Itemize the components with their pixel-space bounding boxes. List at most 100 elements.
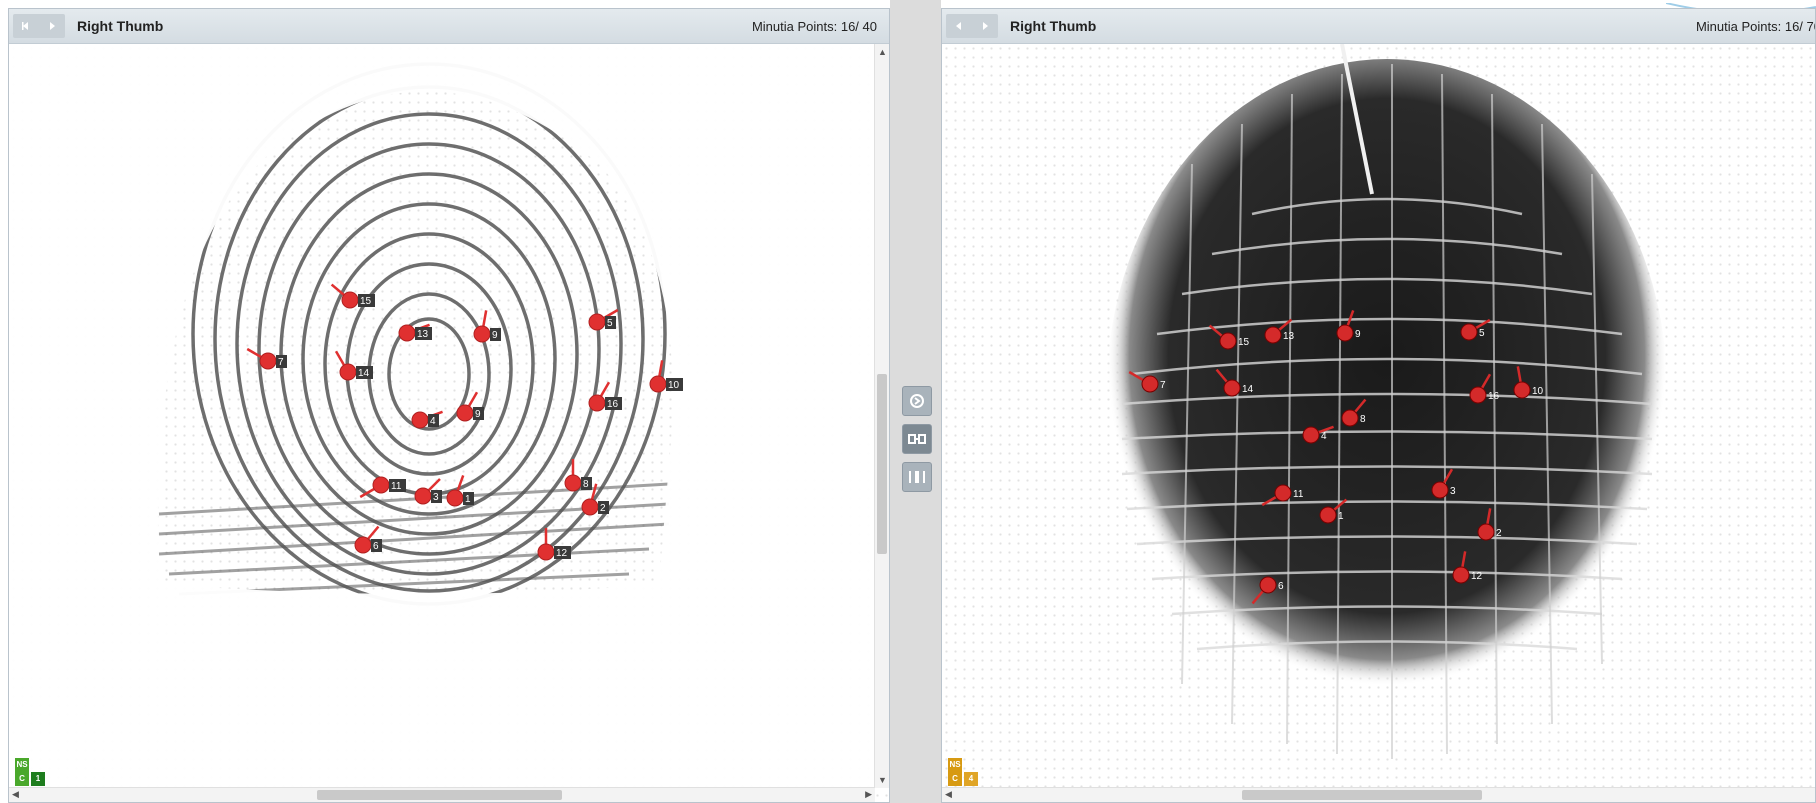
minutia-label: 10 [1532, 386, 1544, 397]
left-c-badge: C [15, 772, 29, 786]
next-button[interactable] [972, 14, 998, 38]
minutia-label: 9 [1355, 329, 1361, 340]
minutia-label: 7 [278, 357, 284, 368]
minutia-marker[interactable] [339, 363, 357, 381]
minutia-marker[interactable] [372, 476, 390, 494]
minutia-label: 6 [1278, 581, 1284, 592]
minutia-marker[interactable] [1141, 375, 1159, 393]
minutia-marker[interactable] [581, 498, 599, 516]
minutia-marker[interactable] [588, 313, 606, 331]
minutia-marker[interactable] [1336, 324, 1354, 342]
minutia-marker[interactable] [1469, 386, 1487, 404]
left-ns-badge: NS [15, 758, 29, 772]
left-panel-title: Right Thumb [77, 18, 164, 34]
right-fingerprint-image: 12345678910111213141516 [1107, 44, 1667, 759]
minutia-point[interactable]: 3 [414, 478, 442, 505]
scroll-up-icon[interactable]: ▲ [878, 47, 887, 57]
minutia-marker[interactable] [588, 394, 606, 412]
minutia-label: 9 [492, 330, 498, 341]
left-horizontal-scroll-thumb[interactable] [317, 790, 562, 800]
minutia-marker[interactable] [1264, 326, 1282, 344]
minutia-marker[interactable] [1223, 379, 1241, 397]
minutia-marker[interactable] [414, 487, 432, 505]
minutia-label: 5 [607, 318, 613, 329]
scroll-left-icon[interactable]: ◀ [12, 789, 19, 800]
split-button[interactable] [902, 462, 932, 492]
right-horizontal-scrollbar[interactable]: ◀ [942, 787, 1815, 802]
minutia-marker[interactable] [649, 375, 667, 393]
split-icon [909, 471, 925, 483]
minutia-marker[interactable] [1513, 381, 1531, 399]
minutia-marker[interactable] [1274, 484, 1292, 502]
minutia-label: 10 [668, 380, 680, 391]
minutia-marker[interactable] [259, 352, 277, 370]
scroll-right-icon[interactable]: ▶ [865, 789, 872, 800]
minutia-marker[interactable] [1302, 426, 1320, 444]
minutia-marker[interactable] [1477, 523, 1495, 541]
comparison-toolbar [890, 0, 941, 803]
minutia-marker[interactable] [1259, 576, 1277, 594]
left-horizontal-scrollbar[interactable]: ◀ ▶ [9, 787, 875, 802]
minutia-label: 7 [1160, 380, 1166, 391]
minutia-label: 8 [583, 479, 589, 490]
scroll-left-icon[interactable]: ◀ [945, 789, 952, 800]
minutia-label: 1 [465, 494, 471, 505]
minutia-marker[interactable] [341, 291, 359, 309]
left-count-badge: 1 [31, 772, 45, 786]
scroll-down-icon[interactable]: ▼ [878, 775, 887, 785]
minutia-label: 12 [556, 548, 568, 559]
link-icon [908, 434, 926, 444]
previous-icon [956, 22, 961, 30]
left-fingerprint-panel: Right Thumb Minutia Points: 16/ 40 1 2 3… [8, 8, 890, 803]
minutia-marker[interactable] [1319, 506, 1337, 524]
left-vertical-scrollbar[interactable]: ▲ ▼ [874, 44, 889, 788]
minutia-marker[interactable] [398, 324, 416, 342]
minutia-label: 1 [1338, 511, 1344, 522]
minutia-point[interactable]: 4 [411, 410, 443, 429]
minutia-marker[interactable] [537, 543, 555, 561]
right-minutia-count: Minutia Points: 16/ 70 [1695, 19, 1816, 34]
next-button[interactable] [39, 14, 65, 38]
right-fingerprint-panel: Right Thumb Minutia Points: 16/ 70 1 2 3… [941, 8, 1816, 803]
previous-button[interactable] [13, 14, 39, 38]
left-fingerprint-viewer[interactable]: 1 2 3 4 5 6 7 8 9 10 11 12 13 14 15 16 9 [9, 44, 889, 802]
minutia-marker[interactable] [1341, 409, 1359, 427]
minutia-label: 11 [1293, 489, 1304, 500]
minutia-marker[interactable] [1219, 332, 1237, 350]
minutia-marker[interactable] [411, 411, 429, 429]
minutia-marker[interactable] [473, 325, 491, 343]
link-button[interactable] [902, 424, 932, 454]
minutia-point[interactable]: 11 [359, 476, 406, 499]
minutia-label: 15 [360, 296, 372, 307]
left-nav-buttons [13, 14, 65, 38]
minutia-marker[interactable] [1431, 481, 1449, 499]
minutia-marker[interactable] [1460, 323, 1478, 341]
minutia-label: 4 [1321, 431, 1327, 442]
minutia-label: 3 [433, 492, 439, 503]
right-count-badge: 4 [964, 772, 978, 786]
previous-button[interactable] [946, 14, 972, 38]
minutia-point[interactable]: 9 [456, 391, 484, 422]
left-vertical-scroll-thumb[interactable] [877, 374, 887, 554]
minutia-point[interactable]: 14 [334, 350, 373, 381]
minutia-label: 16 [607, 399, 619, 410]
swap-button[interactable] [902, 386, 932, 416]
minutia-point[interactable]: 1 [446, 475, 474, 507]
minutia-label: 9 [475, 409, 481, 420]
minutia-label: 13 [417, 329, 429, 340]
minutia-marker[interactable] [354, 536, 372, 554]
right-fingerprint-viewer[interactable]: 1 2 3 4 5 6 7 8 9 10 11 12 13 14 15 16 [942, 44, 1815, 802]
minutia-label: 12 [1471, 571, 1483, 582]
minutia-marker[interactable] [456, 404, 474, 422]
minutia-point[interactable]: 13 [398, 323, 432, 342]
right-nav-buttons [946, 14, 998, 38]
minutia-marker[interactable] [1452, 566, 1470, 584]
right-horizontal-scroll-thumb[interactable] [1242, 790, 1482, 800]
minutia-label: 13 [1283, 331, 1295, 342]
minutia-point[interactable]: 5 [588, 308, 619, 331]
minutia-label: 11 [391, 481, 402, 492]
minutia-marker[interactable] [564, 474, 582, 492]
minutia-point[interactable]: 6 [354, 525, 382, 554]
left-panel-header: Right Thumb Minutia Points: 16/ 40 [9, 9, 889, 44]
minutia-marker[interactable] [446, 489, 464, 507]
